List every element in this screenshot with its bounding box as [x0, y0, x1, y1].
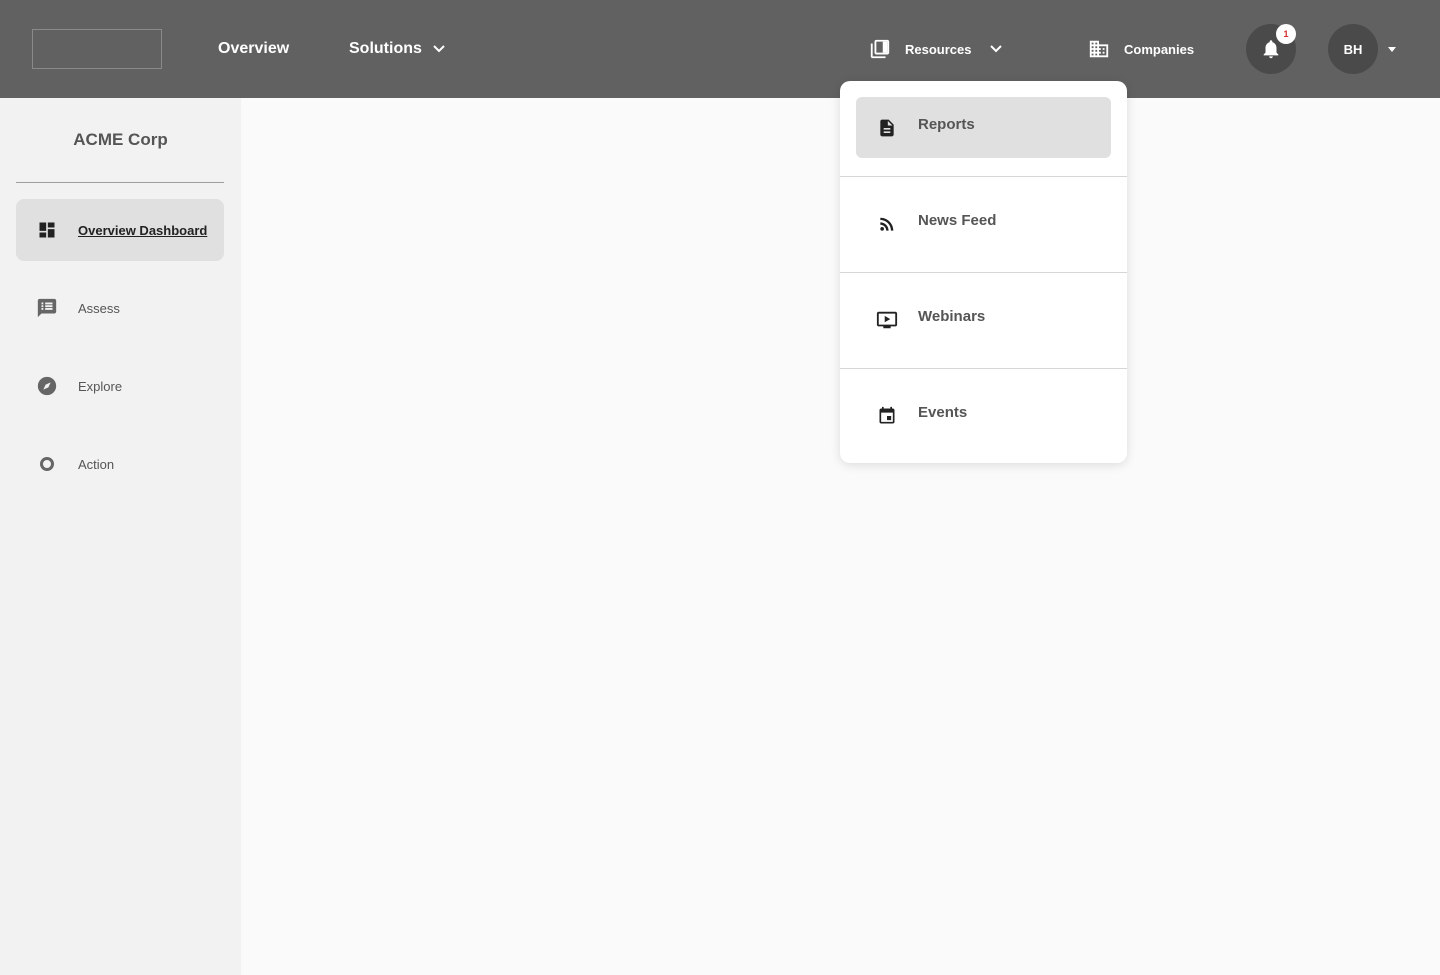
- menu-item-reports[interactable]: Reports: [840, 81, 1127, 177]
- caret-down-icon[interactable]: [1386, 44, 1398, 54]
- menu-item-label: News Feed: [918, 212, 997, 229]
- user-initials: BH: [1343, 41, 1363, 57]
- sidebar-item-label: Overview Dashboard: [78, 222, 208, 238]
- logo-placeholder[interactable]: [32, 29, 162, 69]
- nav-resources[interactable]: Resources: [869, 36, 1003, 62]
- rss-icon: [876, 212, 898, 236]
- sidebar-item-label: Action: [78, 456, 115, 472]
- sidebar-item-action[interactable]: Action: [16, 433, 224, 495]
- sidebar-item-overview-dashboard[interactable]: Overview Dashboard: [16, 199, 224, 261]
- sidebar-item-explore[interactable]: Explore: [16, 355, 224, 417]
- circle-icon: [36, 453, 58, 475]
- compass-icon: [36, 375, 58, 397]
- comment-list-icon: [36, 297, 58, 319]
- nav-companies[interactable]: Companies: [1088, 36, 1194, 62]
- library-books-icon: [870, 39, 890, 59]
- sidebar: ACME Corp Overview Dashboard Assess Expl…: [0, 98, 241, 975]
- calendar-icon: [876, 404, 898, 428]
- menu-item-label: Events: [918, 404, 968, 421]
- nav-companies-label: Companies: [1124, 41, 1195, 57]
- menu-item-label: Reports: [918, 116, 975, 133]
- company-name: ACME Corp: [73, 130, 168, 149]
- video-play-icon: [876, 308, 898, 332]
- sidebar-item-label: Explore: [78, 378, 123, 394]
- chevron-down-icon: [990, 45, 1003, 53]
- menu-item-webinars[interactable]: Webinars: [840, 273, 1127, 369]
- sidebar-item-label: Assess: [78, 300, 120, 316]
- menu-item-events[interactable]: Events: [840, 369, 1127, 463]
- dashboard-icon: [36, 219, 58, 241]
- nav-overview-label: Overview: [218, 40, 290, 57]
- nav-solutions[interactable]: Solutions: [349, 38, 446, 60]
- document-icon: [876, 116, 898, 140]
- notification-count-badge: 1: [1276, 24, 1296, 44]
- nav-overview[interactable]: Overview: [218, 38, 289, 60]
- chevron-down-icon: [433, 45, 445, 53]
- building-icon: [1089, 40, 1109, 58]
- user-avatar[interactable]: BH: [1328, 24, 1378, 74]
- sidebar-divider: [16, 182, 224, 183]
- resources-dropdown-menu: Reports News Feed Webinars Events: [840, 81, 1127, 463]
- nav-solutions-label: Solutions: [349, 40, 422, 57]
- menu-item-label: Webinars: [918, 308, 986, 325]
- nav-resources-label: Resources: [905, 41, 972, 57]
- sidebar-item-assess[interactable]: Assess: [16, 277, 224, 339]
- menu-item-news-feed[interactable]: News Feed: [840, 177, 1127, 273]
- top-navigation-bar: Overview Solutions Resources Companies 1…: [0, 0, 1440, 98]
